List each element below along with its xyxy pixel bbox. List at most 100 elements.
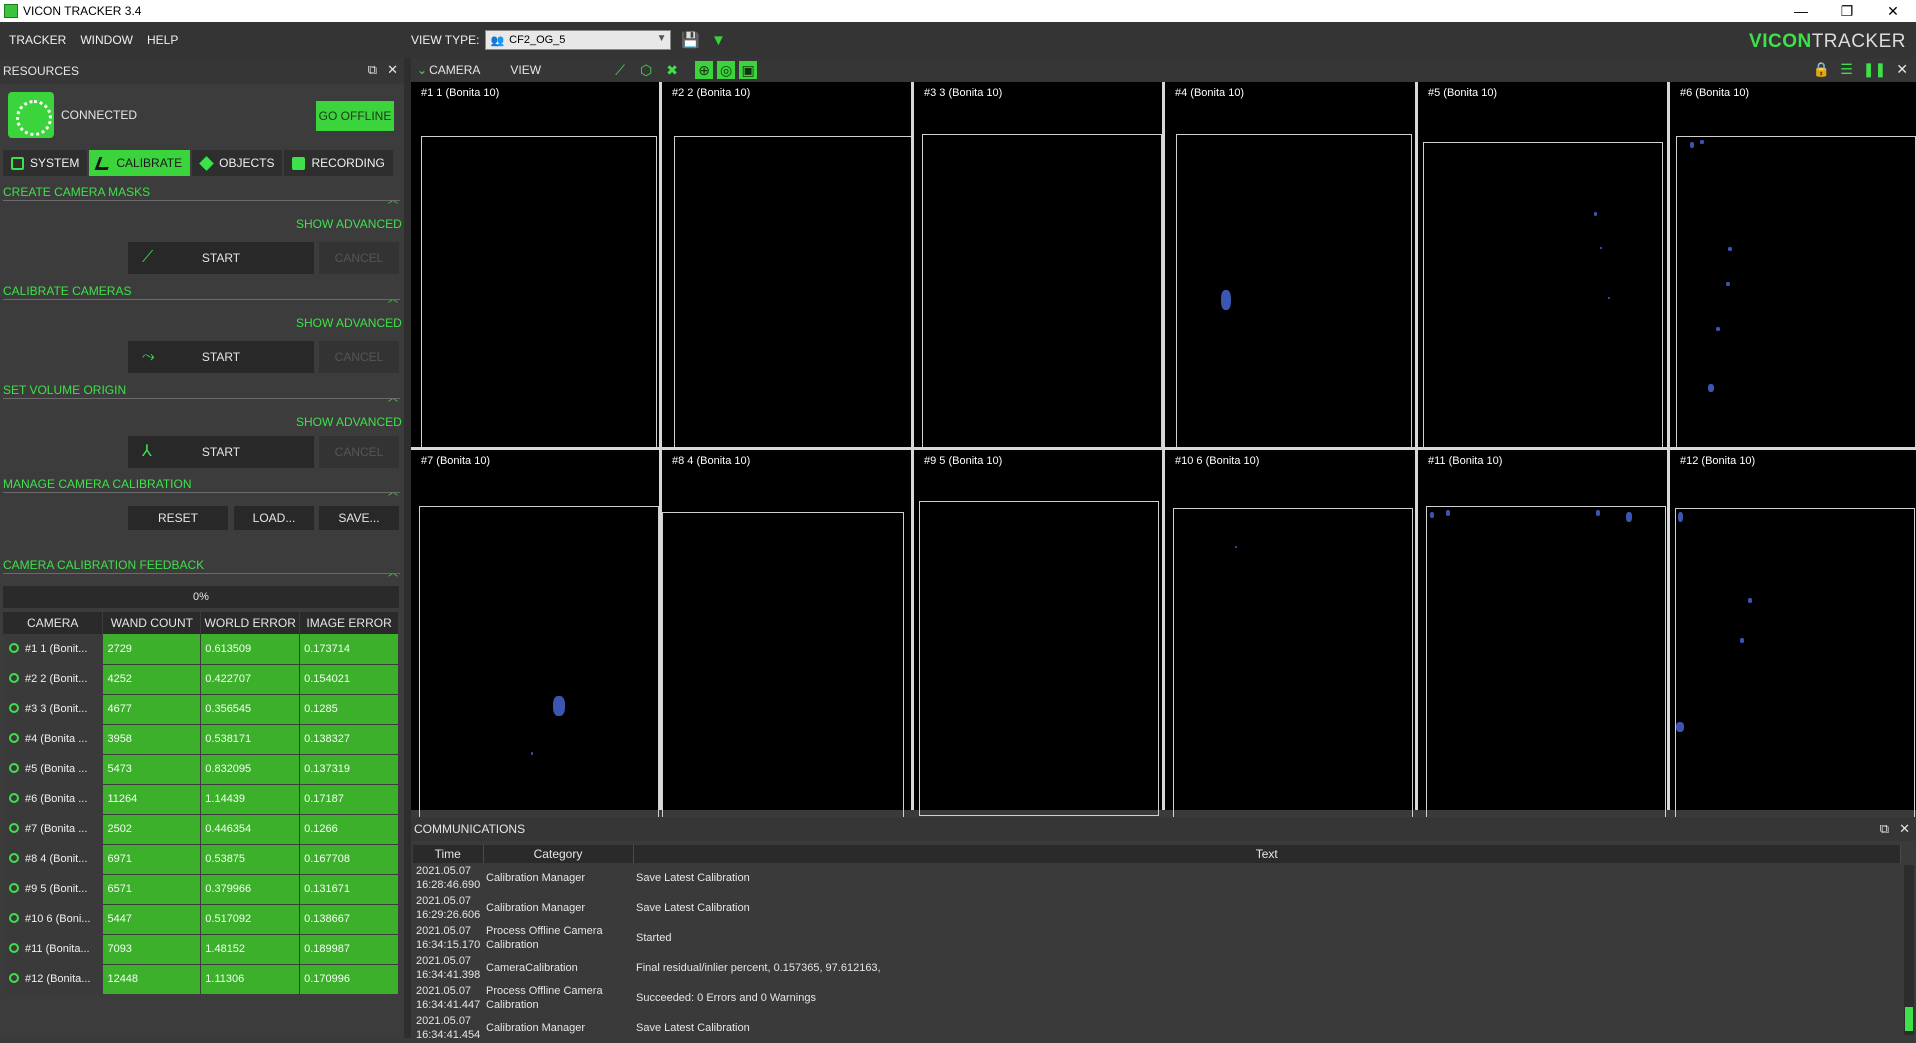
menu-window[interactable]: WINDOW — [73, 33, 140, 47]
view-type-select[interactable]: 👥 CF2_OG_5 ▼ — [485, 30, 672, 50]
camera-viewport[interactable]: #3 3 (Bonita 10) — [914, 82, 1162, 454]
start-masks-button[interactable]: ⟋ START — [128, 242, 314, 274]
undock-icon[interactable]: ⧉ — [1880, 821, 1889, 837]
go-offline-button[interactable]: GO OFFLINE — [316, 101, 394, 131]
table-row[interactable]: #6 (Bonita ... 11264 1.14439 0.17187 — [3, 784, 399, 815]
table-row[interactable]: #5 (Bonita ... 5473 0.832095 0.137319 — [3, 754, 399, 785]
close-window-button[interactable]: ✕ — [1870, 0, 1916, 22]
camera-viewport[interactable]: #6 (Bonita 10) — [1670, 82, 1916, 454]
log-clock: 16:34:15.170 — [416, 939, 481, 951]
panel-splitter[interactable] — [404, 58, 411, 1038]
table-row[interactable]: #9 5 (Bonit... 6571 0.379966 0.131671 — [3, 874, 399, 905]
save-view-icon[interactable]: 💾 — [681, 31, 700, 49]
camera-cell: #6 (Bonita ... — [3, 784, 104, 815]
table-row[interactable]: #4 (Bonita ... 3958 0.538171 0.138327 — [3, 724, 399, 755]
tab-objects[interactable]: OBJECTS — [192, 150, 283, 176]
communications-scrollbar[interactable] — [1904, 865, 1914, 1035]
close-camera-view-icon[interactable]: ✕ — [1896, 61, 1908, 78]
camera-label: #4 (Bonita 10) — [1175, 87, 1245, 99]
camera-viewport[interactable]: #10 6 (Bonita 10) — [1165, 450, 1415, 821]
collapse-manage-icon[interactable]: ︿ — [388, 483, 398, 498]
collapse-masks-icon[interactable]: ︿ — [388, 191, 398, 206]
world-error-cell: 0.538171 — [200, 724, 301, 755]
table-row[interactable]: #11 (Bonita... 7093 1.48152 0.189987 — [3, 934, 399, 965]
cancel-masks-button[interactable]: CANCEL — [319, 242, 399, 274]
list-item[interactable]: 2021.05.07 16:34:41.398 CameraCalibration F… — [413, 953, 1901, 983]
show-advanced-masks-link[interactable]: SHOW ADVANCED — [296, 217, 402, 231]
connection-label: CONNECTED — [61, 108, 138, 122]
col-image-error[interactable]: IMAGE ERROR — [299, 612, 399, 634]
camera-viewport[interactable]: #2 2 (Bonita 10) — [662, 82, 914, 456]
menu-tracker[interactable]: TRACKER — [2, 33, 73, 47]
start-calibrate-button[interactable]: ⤳ START — [128, 341, 314, 373]
camera-viewport[interactable]: #7 (Bonita 10) — [411, 450, 659, 818]
restore-button[interactable]: ❐ — [1824, 0, 1870, 22]
camera-name: #2 2 (Bonit... — [25, 673, 88, 685]
table-row[interactable]: #8 4 (Bonit... 6971 0.53875 0.167708 — [3, 844, 399, 875]
tab-system[interactable]: SYSTEM — [3, 150, 88, 176]
save-button[interactable]: SAVE... — [319, 506, 399, 530]
collapse-feedback-icon[interactable]: ︿ — [388, 564, 398, 579]
axes-icon: ⅄ — [142, 443, 152, 460]
grid-view-icon[interactable]: ⊕ — [695, 61, 714, 79]
camera-viewport[interactable]: #11 (Bonita 10) — [1418, 450, 1667, 821]
start-origin-button[interactable]: ⅄ START — [128, 436, 314, 468]
list-item[interactable]: 2021.05.07 16:29:26.606 Calibration Manage… — [413, 893, 1901, 923]
clear-icon[interactable]: ✖ — [663, 61, 681, 79]
view-menu[interactable]: VIEW — [510, 63, 541, 77]
table-row[interactable]: #7 (Bonita ... 2502 0.446354 0.1266 — [3, 814, 399, 845]
camera-name: #5 (Bonita ... — [25, 763, 88, 775]
communications-header: COMMUNICATIONS ⧉ ✕ — [411, 817, 1916, 841]
col-category[interactable]: Category — [483, 845, 634, 863]
menu-help[interactable]: HELP — [140, 33, 185, 47]
wand-icon[interactable]: ⟋ — [611, 61, 629, 79]
table-row[interactable]: #1 1 (Bonit... 2729 0.613509 0.173714 — [3, 634, 399, 665]
tab-recording[interactable]: RECORDING — [284, 150, 393, 176]
show-advanced-calibrate-link[interactable]: SHOW ADVANCED — [296, 316, 402, 330]
camera-viewport[interactable]: #5 (Bonita 10) — [1418, 82, 1667, 464]
collapse-calibrate-icon[interactable]: ︿ — [388, 290, 398, 305]
table-row[interactable]: #12 (Bonita... 12448 1.11306 0.170996 — [3, 964, 399, 995]
col-text[interactable]: Text — [633, 845, 1901, 863]
undock-icon[interactable]: ⧉ — [368, 62, 377, 78]
cube-icon[interactable]: ⬡ — [637, 61, 655, 79]
minimize-button[interactable]: — — [1778, 0, 1824, 22]
chevron-down-icon[interactable]: ⌄ — [417, 63, 427, 77]
camera-viewport[interactable]: #12 (Bonita 10) — [1670, 450, 1916, 819]
wand-count-cell: 6971 — [102, 844, 202, 875]
camera-viewport[interactable]: #9 5 (Bonita 10) — [914, 450, 1162, 816]
list-item[interactable]: 2021.05.07 16:28:46.690 Calibration Manage… — [413, 863, 1901, 893]
cancel-calibrate-button[interactable]: CANCEL — [319, 341, 399, 373]
camera-viewport[interactable]: #8 4 (Bonita 10) — [662, 450, 911, 826]
frame-icon[interactable]: ▣ — [739, 61, 758, 79]
vertical-layout-icon[interactable]: ❚❚ — [1863, 61, 1886, 78]
reset-button[interactable]: RESET — [128, 506, 228, 530]
log-date: 2021.05.07 — [416, 955, 472, 967]
horizontal-layout-icon[interactable]: ☰ — [1840, 61, 1853, 78]
camera-viewport[interactable]: #1 1 (Bonita 10) — [411, 82, 659, 454]
col-camera[interactable]: CAMERA — [3, 612, 104, 634]
target-icon[interactable]: ◎ — [717, 61, 736, 79]
table-row[interactable]: #10 6 (Boni... 5447 0.517092 0.138667 — [3, 904, 399, 935]
image-error-cell: 0.1285 — [299, 694, 399, 725]
col-world-error[interactable]: WORLD ERROR — [200, 612, 301, 634]
cancel-origin-button[interactable]: CANCEL — [319, 436, 399, 468]
close-panel-icon[interactable]: ✕ — [387, 62, 398, 78]
scrollbar-thumb[interactable] — [1905, 1007, 1913, 1031]
col-time[interactable]: Time — [413, 845, 484, 863]
camera-viewport[interactable]: #4 (Bonita 10) — [1165, 82, 1415, 454]
list-item[interactable]: 2021.05.07 16:34:41.454 Calibration Manage… — [413, 1013, 1901, 1043]
table-row[interactable]: #2 2 (Bonit... 4252 0.422707 0.154021 — [3, 664, 399, 695]
camera-view-label[interactable]: CAMERA — [429, 63, 480, 77]
filter-icon[interactable]: ▼ — [709, 31, 727, 49]
load-button[interactable]: LOAD... — [234, 506, 314, 530]
collapse-origin-icon[interactable]: ︿ — [388, 389, 398, 404]
show-advanced-origin-link[interactable]: SHOW ADVANCED — [296, 415, 402, 429]
tab-calibrate[interactable]: CALIBRATE — [89, 150, 191, 176]
col-wand-count[interactable]: WAND COUNT — [102, 612, 202, 634]
close-communications-icon[interactable]: ✕ — [1899, 821, 1910, 837]
list-item[interactable]: 2021.05.07 16:34:41.447 Process Offline Ca… — [413, 983, 1901, 1013]
lock-icon[interactable]: 🔒 — [1813, 61, 1830, 78]
table-row[interactable]: #3 3 (Bonit... 4677 0.356545 0.1285 — [3, 694, 399, 725]
list-item[interactable]: 2021.05.07 16:34:15.170 Process Offline Ca… — [413, 923, 1901, 953]
